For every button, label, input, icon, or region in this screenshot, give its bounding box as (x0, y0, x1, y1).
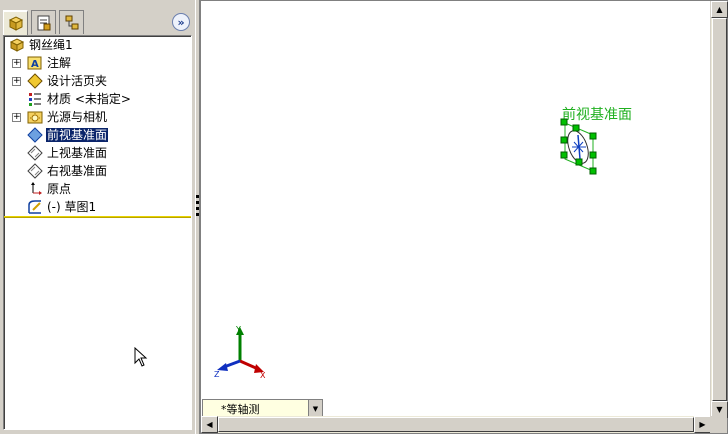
tree-root[interactable]: 钢丝绳1 (4, 36, 191, 54)
origin-icon (26, 181, 44, 197)
scroll-corner (710, 416, 727, 433)
tab-configuration-manager[interactable] (59, 10, 84, 34)
tree-item-label: 前视基准面 (46, 128, 109, 142)
scroll-right-icon[interactable]: ▶ (694, 416, 711, 433)
tree-item-label: 设计活页夹 (47, 74, 108, 88)
scroll-thumb-horizontal[interactable] (218, 417, 694, 432)
scroll-up-icon[interactable]: ▲ (711, 1, 728, 18)
feature-tree: 钢丝绳1 + A 注解 + 设计活页夹 材质 <未指定> + 光源与相机 前视基… (3, 35, 192, 430)
svg-text:A: A (31, 59, 39, 70)
tree-item-label: 原点 (47, 182, 72, 196)
expand-toggle[interactable]: + (12, 76, 21, 86)
plane-icon (26, 145, 44, 161)
configuration-icon (65, 15, 78, 29)
mouse-cursor-icon (134, 347, 148, 367)
plane-icon (26, 163, 44, 179)
feature-tree-icon (8, 16, 23, 31)
scroll-thumb-vertical[interactable] (712, 18, 727, 401)
expand-panel-button[interactable]: » (172, 13, 190, 31)
sketch-icon (26, 199, 44, 215)
tree-item-label: (-) 草图1 (47, 200, 97, 214)
annotations-icon: A (26, 55, 44, 71)
triad-y-label: Y (235, 325, 241, 334)
front-plane-preview[interactable] (556, 115, 604, 179)
expand-toggle[interactable]: + (12, 58, 21, 68)
tree-item-material[interactable]: 材质 <未指定> (4, 90, 191, 108)
tab-property-manager[interactable] (31, 10, 56, 34)
tab-feature-tree[interactable] (3, 10, 28, 36)
double-chevron-right-icon: » (177, 15, 185, 29)
triad-x-label: X (260, 371, 266, 379)
material-icon (26, 91, 44, 107)
expand-toggle[interactable]: + (12, 112, 21, 122)
tree-item-label: 右视基准面 (47, 164, 108, 178)
lights-cameras-icon (26, 109, 44, 125)
tree-item-origin[interactable]: 原点 (4, 180, 191, 198)
tree-item-label: 注解 (47, 56, 72, 70)
tree-item-right-plane[interactable]: 右视基准面 (4, 162, 191, 180)
graphics-area[interactable]: 前视基准面 Y X Z *等轴测 ▼ ▲ ▼ ◀ ▶ (200, 0, 728, 434)
reference-triad: Y X Z (214, 325, 266, 379)
feature-manager-panel: » 钢丝绳1 + A 注解 + 设计活页夹 材质 <未指定> + 光源与相机 前… (0, 0, 195, 434)
horizontal-scrollbar[interactable]: ◀ ▶ (201, 416, 711, 433)
tree-item-lights-cameras[interactable]: + 光源与相机 (4, 108, 191, 126)
scroll-left-icon[interactable]: ◀ (201, 416, 218, 433)
tree-item-sketch[interactable]: (-) 草图1 (4, 198, 191, 216)
rollback-bar[interactable] (4, 216, 191, 218)
tree-item-label: 材质 <未指定> (47, 92, 131, 106)
tree-item-front-plane[interactable]: 前视基准面 (4, 126, 191, 144)
tree-item-top-plane[interactable]: 上视基准面 (4, 144, 191, 162)
tree-item-label: 上视基准面 (47, 146, 108, 160)
tree-root-label: 钢丝绳1 (29, 38, 73, 52)
vertical-scrollbar[interactable]: ▲ ▼ (710, 1, 728, 418)
view-orientation-value: *等轴测 (221, 402, 260, 416)
part-icon (8, 37, 26, 53)
chevron-down-icon[interactable]: ▼ (308, 400, 322, 417)
tree-item-design-binder[interactable]: + 设计活页夹 (4, 72, 191, 90)
tree-item-annotations[interactable]: + A 注解 (4, 54, 191, 72)
plane-icon (26, 127, 44, 143)
design-binder-icon (26, 73, 44, 89)
tree-item-label: 光源与相机 (47, 110, 108, 124)
triad-z-label: Z (214, 370, 220, 379)
feature-manager-tabs: » (3, 10, 193, 36)
property-manager-icon (37, 15, 50, 30)
